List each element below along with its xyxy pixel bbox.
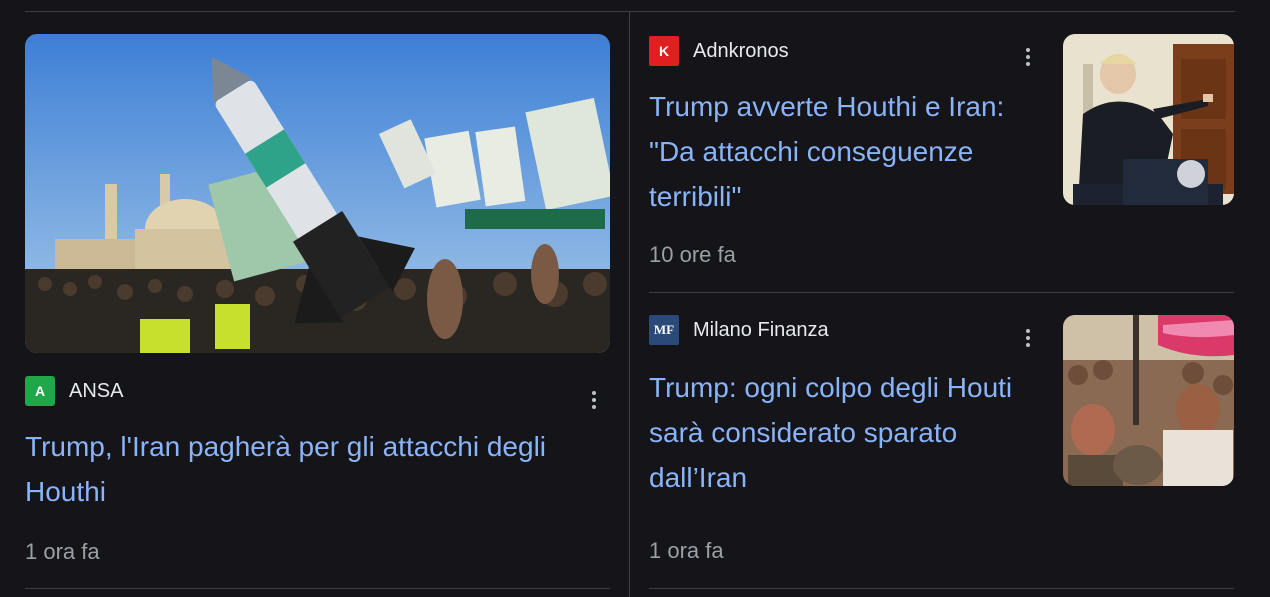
news-card-ansa[interactable]: A ANSA Trump, l'Iran pagherà per gli att… [25, 34, 610, 597]
more-vert-icon[interactable] [584, 385, 604, 415]
favicon-letter: K [658, 43, 670, 59]
article-headline[interactable]: Trump: ogni colpo degli Houti sarà consi… [649, 365, 1044, 500]
more-vert-icon[interactable] [1018, 323, 1038, 353]
article-thumbnail-houthi-rally[interactable] [1063, 315, 1234, 486]
column-divider [629, 12, 630, 597]
source-row: MF Milano Finanza [649, 315, 829, 345]
adnkronos-logo-icon: K [649, 36, 679, 66]
article-time: 1 ora fa [649, 538, 724, 563]
source-name[interactable]: Adnkronos [693, 40, 789, 63]
milano-finanza-logo-icon: MF [649, 315, 679, 345]
article-thumbnail-trump-podium[interactable] [1063, 34, 1234, 205]
ansa-logo-icon: A [25, 376, 55, 406]
top-divider [25, 11, 1235, 12]
source-name[interactable]: ANSA [69, 380, 123, 403]
more-vert-icon[interactable] [1018, 42, 1038, 72]
source-row: A ANSA [25, 376, 123, 406]
article-image-missile-protest[interactable] [25, 34, 610, 353]
source-row: K Adnkronos [649, 36, 789, 66]
card-divider [25, 588, 610, 589]
favicon-letter: A [34, 383, 46, 399]
article-time: 10 ore fa [649, 242, 736, 267]
card-divider [649, 292, 1234, 293]
article-time: 1 ora fa [25, 539, 100, 564]
source-name[interactable]: Milano Finanza [693, 319, 829, 342]
card-divider [649, 588, 1234, 589]
article-headline[interactable]: Trump, l'Iran pagherà per gli attacchi d… [25, 424, 610, 514]
article-headline[interactable]: Trump avverte Houthi e Iran: "Da attacch… [649, 84, 1044, 219]
favicon-letter: MF [653, 322, 675, 337]
